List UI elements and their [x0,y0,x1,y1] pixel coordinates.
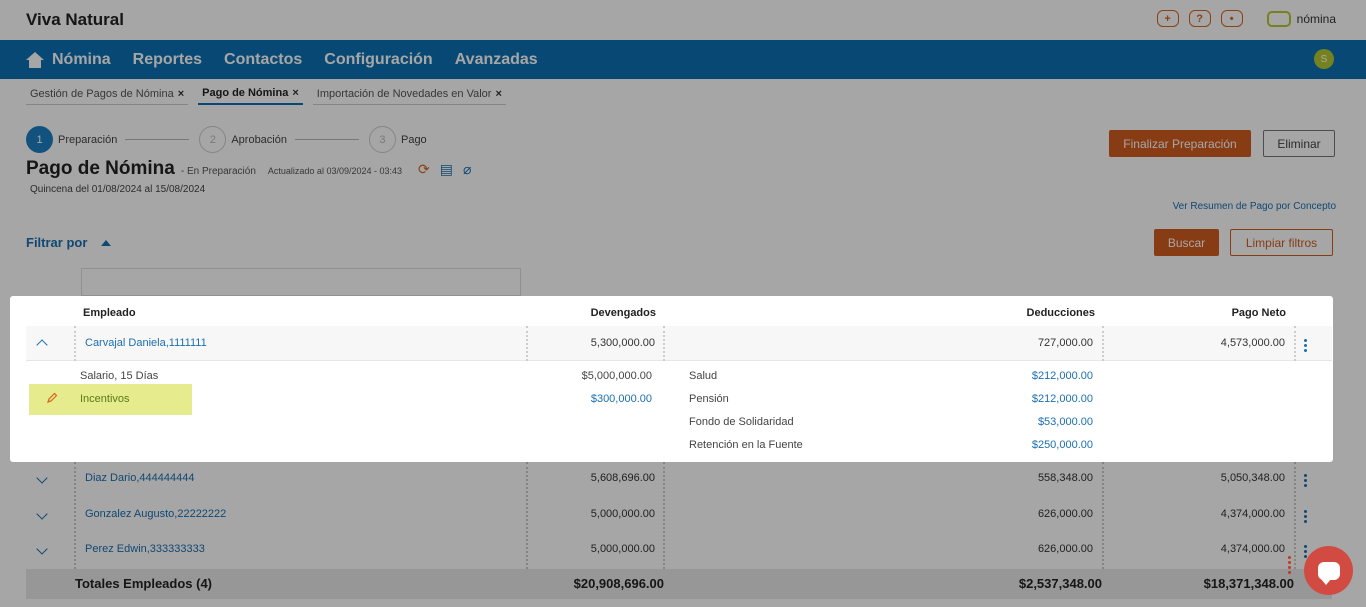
header-net: Pago Neto [1231,307,1286,319]
more-icon[interactable] [1304,339,1307,354]
net-value: 4,573,000.00 [1220,337,1285,349]
deduction-item-value[interactable]: $212,000.00 [950,393,1093,405]
deduction-item-value[interactable]: $250,000.00 [950,439,1093,451]
chat-button[interactable] [1304,546,1353,595]
deduction-item-label: Pensión [689,393,729,405]
deduction-item-value[interactable]: $53,000.00 [950,416,1093,428]
employee-name[interactable]: Carvajal Daniela,1111111 [85,337,207,349]
chevron-up-icon[interactable] [36,339,48,351]
deduction-item-label: Salud [689,370,718,382]
deduction-item-label: Fondo de Solidaridad [689,416,794,428]
table-row-expanded[interactable]: Carvajal Daniela,1111111 5,300,000.00 72… [26,326,1332,361]
earnings-value: 5,300,000.00 [590,337,655,349]
deductions-value: 727,000.00 [1037,337,1093,349]
header-earnings: Devengados [590,307,656,319]
deduction-item-value[interactable]: $212,000.00 [950,370,1093,382]
earning-item-label: Incentivos [80,393,130,405]
earning-item-value[interactable]: $300,000.00 [510,393,652,405]
edit-pencil-icon[interactable] [46,392,58,404]
chat-bubble-icon [1317,561,1340,585]
earning-item-label: Salario, 15 Días [80,370,159,382]
column-divider [74,326,76,361]
drag-handle-icon[interactable] [1288,556,1296,580]
deduction-item-label: Retención en la Fuente [689,439,803,451]
header-deductions: Deducciones [1026,307,1095,319]
expanded-employee-card: Empleado Devengados Deducciones Pago Net… [10,296,1333,462]
column-divider [663,326,665,361]
header-employee: Empleado [83,307,136,319]
column-divider [1294,326,1296,361]
column-divider [1102,326,1104,361]
earning-item-value: $5,000,000.00 [581,370,652,382]
